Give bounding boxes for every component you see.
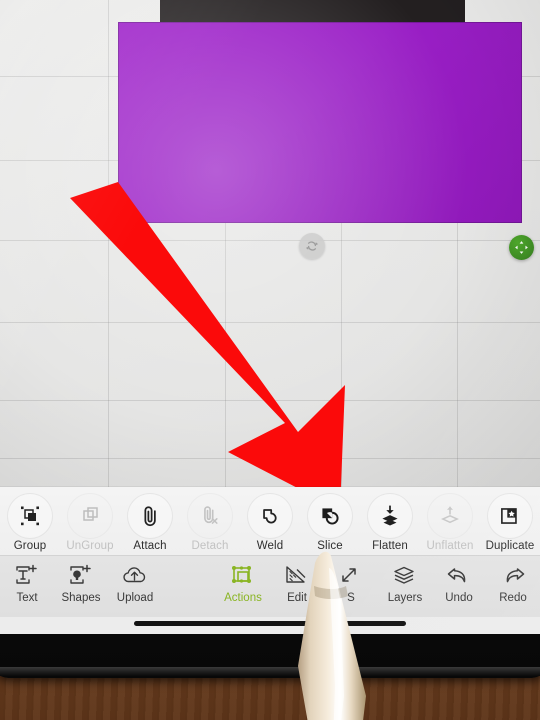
main-tool-label: Redo (499, 592, 527, 604)
shapes-add-icon (70, 564, 91, 584)
edit-ruler-icon (286, 566, 306, 583)
main-tool-shapes[interactable]: Shapes (54, 556, 108, 604)
tool-label: Group (13, 540, 47, 552)
redo-icon (506, 568, 525, 583)
main-tool-edit[interactable]: Edit (270, 556, 324, 604)
main-tool-undo[interactable]: Undo (432, 556, 486, 604)
app-screen: Group UnGroup Attach Detach Weld Slice F… (0, 0, 540, 634)
main-toolbar-spacer (162, 556, 216, 561)
tool-flatten[interactable]: Flatten (360, 487, 420, 552)
screenshot-root: Group UnGroup Attach Detach Weld Slice F… (0, 0, 540, 720)
tool-ungroup[interactable]: UnGroup (60, 487, 120, 552)
actions-icon-wrap (230, 561, 256, 591)
grid-line-horizontal (0, 458, 540, 459)
unflatten-icon (441, 506, 459, 524)
main-tool-actions[interactable]: Actions (216, 556, 270, 604)
main-tool-text[interactable]: Text (0, 556, 54, 604)
group-icon (21, 506, 39, 526)
main-tool-layers[interactable]: Layers (378, 556, 432, 604)
weld-icon (263, 509, 277, 524)
detach-icon-ring (187, 493, 233, 539)
move-arrows-icon (515, 241, 528, 254)
grid-line-horizontal (0, 322, 540, 323)
main-tool-label: Text (16, 592, 38, 604)
purple-rectangle-shape[interactable] (118, 22, 522, 223)
duplicate-icon-ring (487, 493, 533, 539)
tool-label: Weld (256, 540, 284, 552)
tool-group[interactable]: Group (0, 487, 60, 552)
size-icon-wrap (338, 561, 364, 591)
paperclip-icon (144, 506, 156, 527)
tool-label: Detach (191, 540, 229, 552)
layers-icon (394, 566, 414, 584)
main-toolbar: Text Shapes Upload Actions Edit S Layers… (0, 555, 540, 617)
layers-icon-wrap (392, 561, 418, 591)
text-add-icon (16, 564, 37, 584)
tool-slice[interactable]: Slice (300, 487, 360, 552)
undo-icon (447, 568, 466, 583)
rotate-icon (305, 241, 319, 251)
undo-icon-wrap (445, 561, 473, 591)
shapes-add-icon-wrap (68, 561, 94, 591)
upload-cloud-icon-wrap (121, 561, 149, 591)
home-indicator (134, 621, 406, 626)
tool-label: UnGroup (66, 540, 114, 552)
black-bar-shape[interactable] (160, 0, 465, 23)
redo-icon-wrap (499, 561, 527, 591)
actions-icon (232, 566, 251, 583)
ungroup-icon-ring (67, 493, 113, 539)
attach-icon-ring (127, 493, 173, 539)
edit-ruler-icon-wrap (284, 561, 310, 591)
tool-weld[interactable]: Weld (240, 487, 300, 552)
tool-unflatten[interactable]: Unflatten (420, 487, 480, 552)
slice-icon-ring (307, 493, 353, 539)
tool-label: Flatten (372, 540, 408, 552)
tablet-bottom-edge (0, 667, 540, 676)
text-add-icon-wrap (14, 561, 40, 591)
main-tool-label: Upload (116, 592, 154, 604)
red-annotation-arrow (70, 182, 345, 510)
main-tool-label: Actions (224, 592, 262, 604)
flatten-icon-ring (367, 493, 413, 539)
tool-label: Attach (133, 540, 167, 552)
main-tool-size[interactable]: S (324, 556, 378, 604)
ungroup-icon (83, 507, 98, 521)
size-icon (342, 568, 356, 582)
main-tool-redo[interactable]: Redo (486, 556, 540, 604)
grid-line-vertical (108, 0, 109, 487)
main-tool-label: Layers (387, 592, 423, 604)
unflatten-icon-ring (427, 493, 473, 539)
duplicate-icon (501, 508, 517, 524)
main-tool-upload[interactable]: Upload (108, 556, 162, 604)
upload-cloud-icon (123, 567, 146, 583)
move-handle[interactable] (509, 235, 534, 260)
tool-label: Unflatten (426, 540, 474, 552)
tool-label: Slice (317, 540, 343, 552)
tool-duplicate[interactable]: Duplicate (480, 487, 540, 552)
grid-line-horizontal (0, 240, 540, 241)
tool-attach[interactable]: Attach (120, 487, 180, 552)
weld-icon-ring (247, 493, 293, 539)
grid-line-horizontal (0, 400, 540, 401)
main-tool-label: S (347, 592, 355, 604)
flatten-icon (382, 505, 398, 526)
slice-icon (322, 508, 339, 525)
main-tool-label: Edit (287, 592, 307, 604)
tool-label: Duplicate (485, 540, 535, 552)
detach-icon (204, 506, 218, 524)
rotate-handle[interactable] (299, 233, 325, 259)
design-canvas[interactable] (0, 0, 540, 510)
group-icon-ring (7, 493, 53, 539)
main-tool-label: Undo (445, 592, 473, 604)
main-tool-label: Shapes (61, 592, 101, 604)
actions-toolbar: Group UnGroup Attach Detach Weld Slice F… (0, 487, 540, 555)
tool-detach[interactable]: Detach (180, 487, 240, 552)
